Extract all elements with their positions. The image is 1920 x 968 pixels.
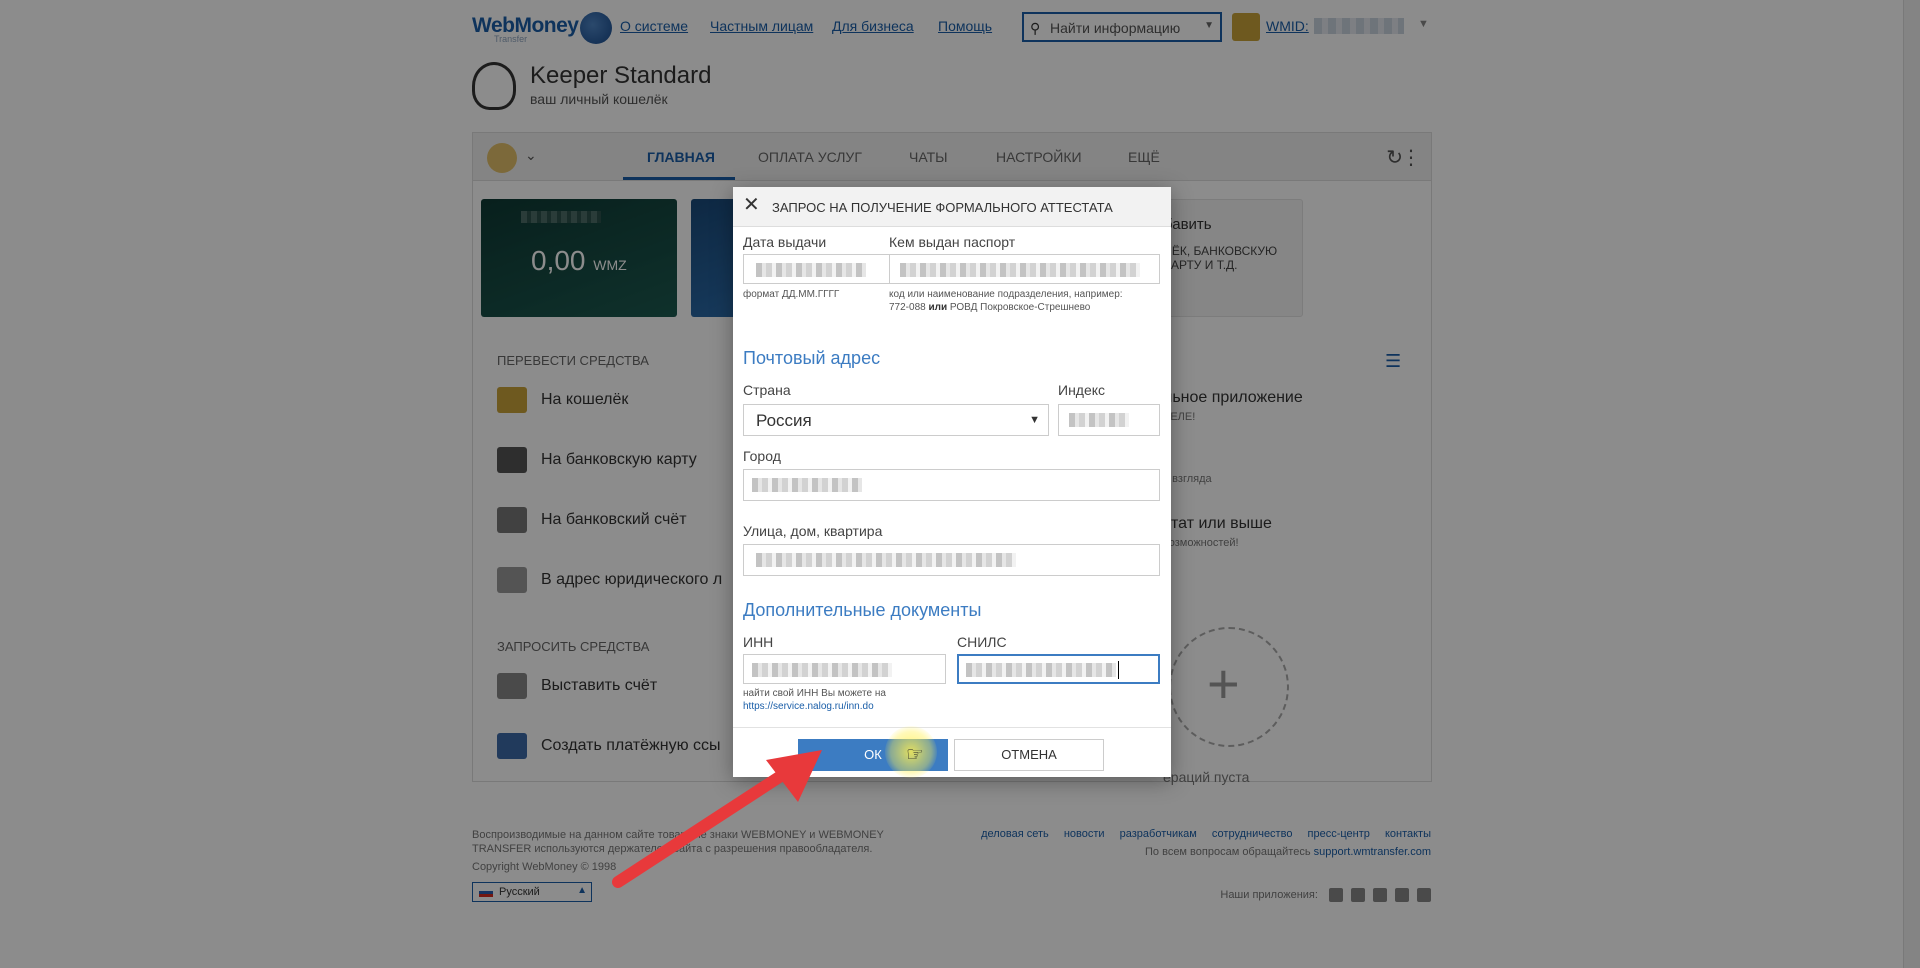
dialog-header: ✕ ЗАПРОС НА ПОЛУЧЕНИЕ ФОРМАЛЬНОГО АТТЕСТ… — [733, 187, 1171, 227]
issued-by-hint: код или наименование подразделения, напр… — [889, 289, 1123, 313]
inn-service-link[interactable]: https://service.nalog.ru/inn.do — [743, 700, 953, 713]
issued-by-label: Кем выдан паспорт — [889, 234, 1016, 250]
snils-label: СНИЛС — [957, 634, 1007, 650]
country-label: Страна — [743, 382, 791, 398]
issued-by-redacted — [900, 263, 1140, 277]
snils-input[interactable] — [957, 654, 1160, 684]
inn-redacted — [752, 663, 892, 677]
snils-redacted — [966, 663, 1116, 677]
inn-input[interactable] — [743, 654, 946, 684]
close-icon[interactable]: ✕ — [743, 195, 760, 215]
extra-docs-section-title: Дополнительные документы — [743, 600, 982, 620]
index-input[interactable] — [1058, 404, 1160, 436]
index-redacted — [1069, 413, 1129, 427]
country-select[interactable]: Россия ▼ — [743, 404, 1049, 436]
attestat-request-dialog: ✕ ЗАПРОС НА ПОЛУЧЕНИЕ ФОРМАЛЬНОГО АТТЕСТ… — [733, 187, 1171, 777]
street-redacted — [756, 553, 1016, 567]
city-label: Город — [743, 448, 781, 464]
hand-pointer-icon: ☞ — [906, 744, 924, 766]
street-label: Улица, дом, квартира — [743, 523, 883, 539]
city-redacted — [752, 478, 862, 492]
issue-date-label: Дата выдачи — [743, 234, 827, 250]
street-input[interactable] — [743, 544, 1160, 576]
issue-date-redacted — [756, 263, 866, 277]
cancel-button[interactable]: ОТМЕНА — [954, 739, 1104, 771]
issue-date-input[interactable] — [743, 254, 912, 284]
dialog-title: ЗАПРОС НА ПОЛУЧЕНИЕ ФОРМАЛЬНОГО АТТЕСТАТ… — [772, 200, 1113, 215]
index-label: Индекс — [1058, 382, 1106, 398]
issued-by-input[interactable] — [889, 254, 1160, 284]
inn-label: ИНН — [743, 634, 774, 650]
annotation-arrow-icon — [612, 750, 822, 888]
chevron-down-icon: ▼ — [1029, 414, 1040, 426]
inn-hint: найти свой ИНН Вы можете на https://serv… — [743, 687, 953, 713]
issue-date-hint: формат ДД.ММ.ГГГГ — [743, 289, 840, 300]
city-input[interactable] — [743, 469, 1160, 501]
text-caret — [1118, 661, 1119, 679]
postal-section-title: Почтовый адрес — [743, 348, 881, 368]
